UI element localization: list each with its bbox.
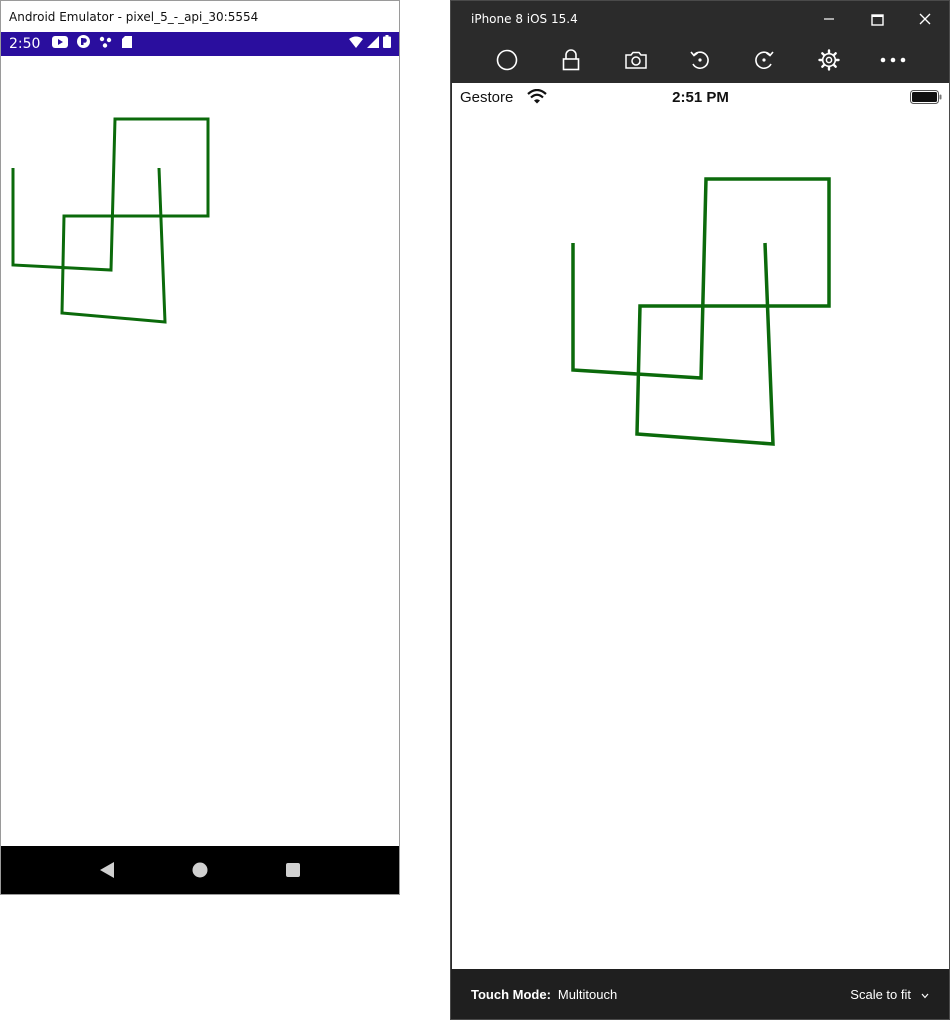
- signal-icon: [367, 35, 379, 53]
- android-drawn-path: [11, 117, 210, 324]
- rotate-right-icon[interactable]: [744, 40, 784, 80]
- rotate-left-icon[interactable]: [680, 40, 720, 80]
- scale-dropdown[interactable]: Scale to fit: [850, 987, 929, 1002]
- touch-mode-label: Touch Mode:: [471, 986, 551, 1002]
- android-status-bar: 2:50: [1, 32, 399, 56]
- lock-icon[interactable]: [551, 40, 591, 80]
- scale-label: Scale to fit: [850, 986, 911, 1002]
- wifi-icon: [349, 35, 363, 53]
- ios-bottom-bar: Touch Mode: Multitouch Scale to fit: [451, 969, 949, 1019]
- back-icon[interactable]: [87, 850, 127, 890]
- chevron-down-icon: [921, 987, 929, 1002]
- window-controls: [805, 1, 949, 37]
- recents-icon[interactable]: [273, 850, 313, 890]
- android-status-right: [349, 35, 391, 53]
- ios-app-canvas[interactable]: Gestore 2:51 PM: [452, 83, 949, 969]
- android-titlebar[interactable]: Android Emulator - pixel_5_-_api_30:5554: [1, 1, 399, 32]
- ios-simulator-window: iPhone 8 iOS 15.4 Gestore 2:51 PM Touch …: [450, 0, 950, 1020]
- sd-card-icon: [122, 35, 133, 53]
- ios-titlebar[interactable]: iPhone 8 iOS 15.4: [451, 1, 949, 37]
- battery-icon: [383, 35, 391, 53]
- home-circle-icon[interactable]: [487, 40, 527, 80]
- android-nav-bar: [1, 846, 399, 894]
- youtube-icon: [52, 35, 69, 53]
- maximize-icon[interactable]: [853, 1, 901, 37]
- settings-gear-icon[interactable]: [809, 40, 849, 80]
- touch-mode-value[interactable]: Multitouch: [558, 987, 617, 1002]
- android-emulator-window: Android Emulator - pixel_5_-_api_30:5554…: [0, 0, 400, 895]
- ios-drawn-path: [571, 177, 831, 446]
- ios-stroke: [571, 177, 831, 446]
- ios-toolbar: [451, 37, 949, 83]
- android-stroke: [11, 117, 210, 324]
- minimize-icon[interactable]: [805, 1, 853, 37]
- android-window-title: Android Emulator - pixel_5_-_api_30:5554: [9, 9, 259, 24]
- home-icon[interactable]: [180, 850, 220, 890]
- play-games-icon: [77, 35, 91, 53]
- close-icon[interactable]: [901, 1, 949, 37]
- ios-window-title: iPhone 8 iOS 15.4: [471, 12, 578, 26]
- more-icon[interactable]: [873, 40, 913, 80]
- android-app-canvas[interactable]: [1, 56, 399, 846]
- screenshot-camera-icon[interactable]: [616, 40, 656, 80]
- android-status-time: 2:50: [9, 36, 41, 52]
- notification-dots-icon: [99, 35, 113, 53]
